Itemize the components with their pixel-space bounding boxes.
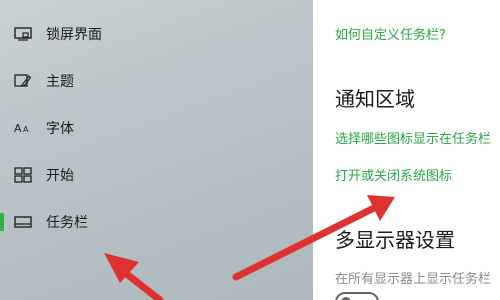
sidebar-item-label: 开始 xyxy=(46,168,74,184)
system-icons-link[interactable]: 打开或关闭系统图标 xyxy=(335,165,452,184)
taskbar-icon xyxy=(12,211,34,233)
notification-area-heading: 通知区域 xyxy=(335,87,415,111)
sidebar-item-label: 主题 xyxy=(46,74,74,90)
show-on-all-displays-label: 在所有显示器上显示任务栏 xyxy=(335,272,492,287)
sidebar-item-lock-screen[interactable]: 锁屏界面 xyxy=(0,14,313,54)
multiple-displays-heading: 多显示器设置 xyxy=(335,228,455,252)
theme-icon xyxy=(12,70,34,92)
show-on-all-displays-toggle[interactable] xyxy=(335,292,379,300)
custom-taskbar-link[interactable]: 如何自定义任务栏? xyxy=(335,24,446,43)
select-taskbar-icons-link[interactable]: 选择哪些图标显示在任务栏 xyxy=(335,128,491,147)
font-icon: A A xyxy=(12,117,34,139)
start-icon xyxy=(12,164,34,186)
svg-text:A: A xyxy=(23,125,29,134)
svg-text:A: A xyxy=(14,122,22,135)
sidebar-item-taskbar[interactable]: 任务栏 xyxy=(0,202,313,242)
sidebar-item-start[interactable]: 开始 xyxy=(0,155,313,195)
active-indicator xyxy=(0,213,4,231)
sidebar-item-label: 任务栏 xyxy=(46,215,88,231)
sidebar-item-fonts[interactable]: A A 字体 xyxy=(0,108,313,148)
sidebar-item-label: 锁屏界面 xyxy=(46,27,102,43)
settings-sidebar: 锁屏界面 主题 A A 字体 开始 任务栏 xyxy=(0,0,313,300)
settings-window: 锁屏界面 主题 A A 字体 开始 任务栏 如何自定义任务栏? 通知区域 选择哪… xyxy=(0,0,500,300)
sidebar-item-label: 字体 xyxy=(46,121,74,137)
sidebar-item-theme[interactable]: 主题 xyxy=(0,61,313,101)
taskbar-settings-pane: 如何自定义任务栏? 通知区域 选择哪些图标显示在任务栏 打开或关闭系统图标 多显… xyxy=(313,0,500,300)
lock-screen-icon xyxy=(12,23,34,45)
